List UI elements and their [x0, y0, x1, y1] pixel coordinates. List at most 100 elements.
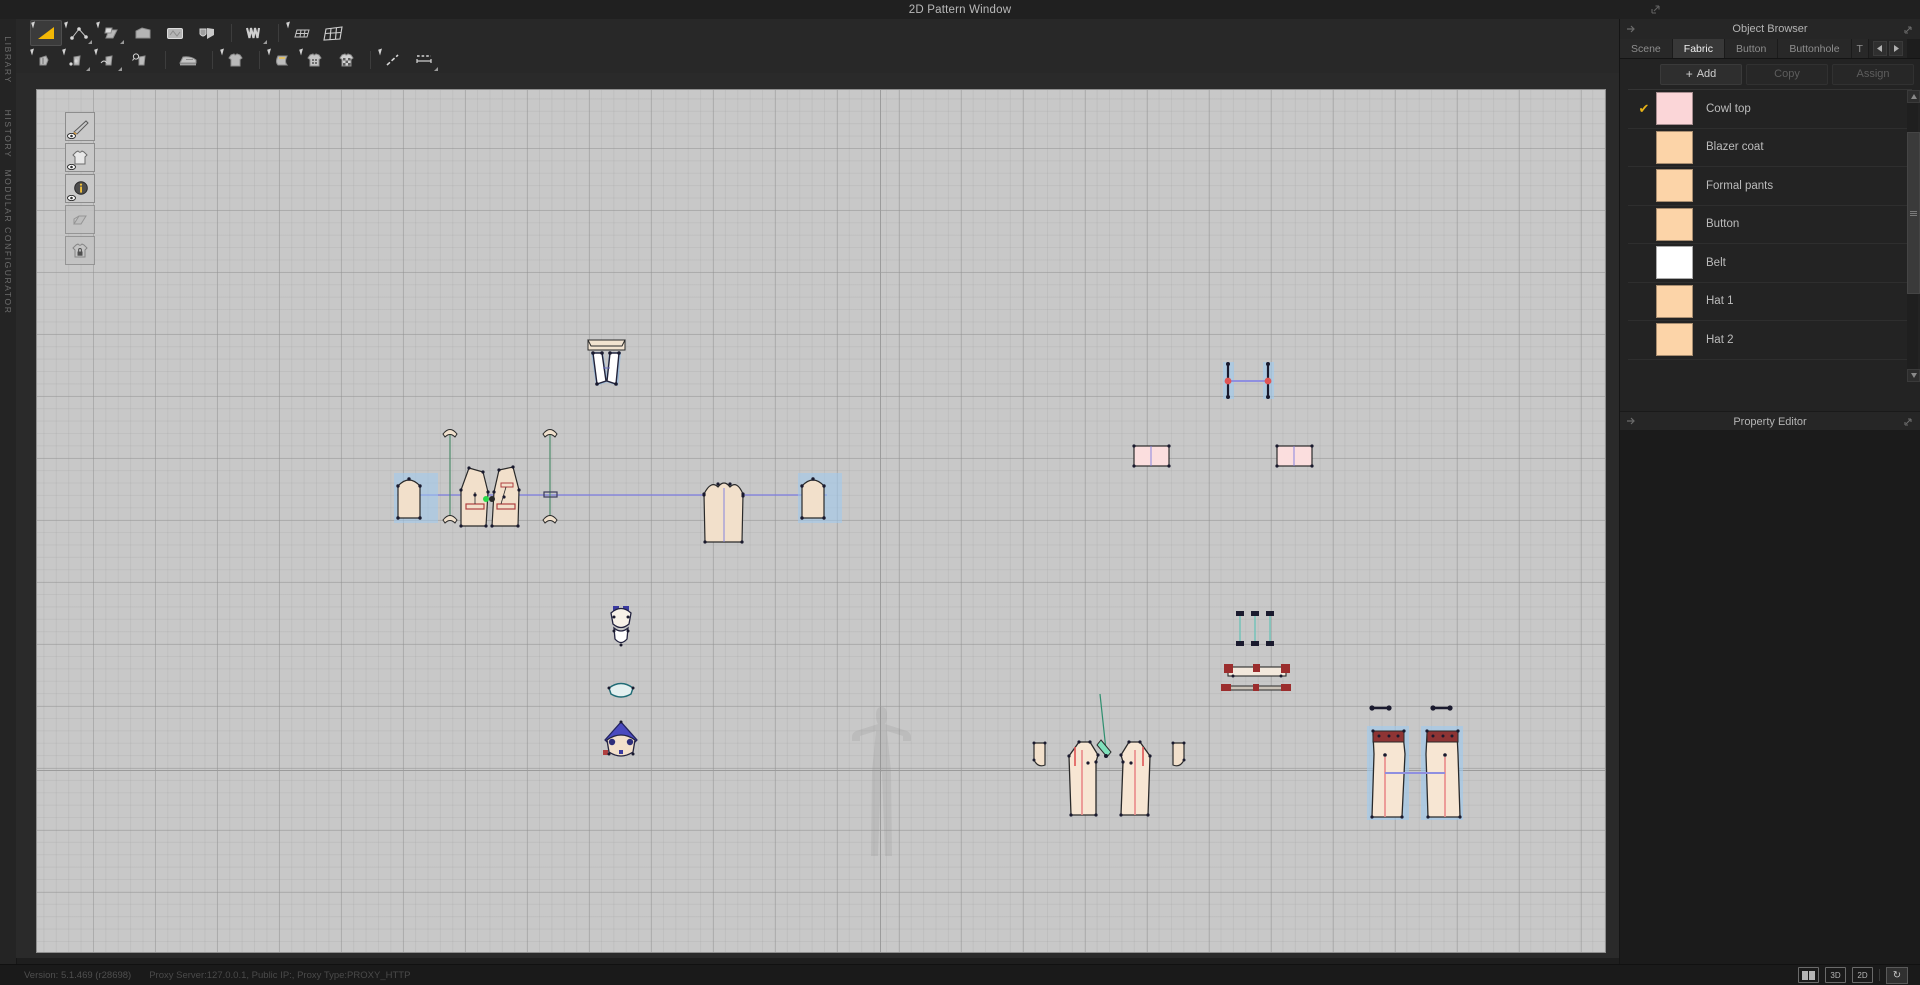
rail-tab-modular-configurator[interactable]: MODULAR CONFIGURATOR — [3, 169, 13, 314]
fabric-swatch[interactable] — [1656, 323, 1693, 357]
pocket-squares[interactable] — [1132, 444, 1314, 468]
fabric-roll-tool[interactable] — [267, 48, 297, 72]
popout-icon[interactable] — [1903, 416, 1914, 427]
tab-topstitch-clipped[interactable]: T — [1851, 39, 1869, 58]
popout-icon[interactable] — [1903, 24, 1914, 35]
sewing-free-tool[interactable] — [62, 48, 92, 72]
fabric-swatch[interactable] — [1656, 284, 1693, 318]
fabric-swatch[interactable] — [1656, 130, 1693, 164]
cursor-icon — [62, 48, 68, 55]
scroll-down-icon[interactable] — [1907, 369, 1920, 382]
sewing-segment-tool[interactable] — [30, 48, 60, 72]
application-window: 2D Pattern Window LIBRARY HISTORY MODULA… — [0, 0, 1920, 985]
tab-fabric[interactable]: Fabric — [1672, 39, 1725, 58]
property-editor-title: Property Editor — [1733, 415, 1807, 428]
rail-tab-history[interactable]: HISTORY — [3, 110, 13, 159]
pattern-fill-tool[interactable] — [331, 48, 361, 72]
fabric-name: Formal pants — [1706, 179, 1774, 192]
property-editor-body — [1620, 430, 1920, 965]
property-editor-header: Property Editor — [1620, 411, 1920, 431]
pin-icon[interactable] — [1626, 24, 1636, 34]
fabric-name: Button — [1706, 218, 1740, 231]
dropdown-corner-icon — [88, 39, 92, 44]
dropdown-corner-icon — [118, 66, 122, 71]
tab-buttonhole[interactable]: Buttonhole — [1778, 39, 1852, 58]
refresh-button[interactable]: ↻ — [1886, 966, 1908, 984]
pattern-pieces-layer[interactable] — [37, 90, 1605, 952]
texture-tool[interactable] — [299, 48, 329, 72]
object-browser-tabs: Scene Fabric Button Buttonhole T — [1620, 39, 1920, 59]
list-item[interactable]: Belt — [1628, 244, 1912, 283]
belt-loops[interactable] — [1236, 611, 1274, 646]
tab-button[interactable]: Button — [1724, 39, 1779, 58]
pattern-canvas[interactable] — [36, 89, 1606, 953]
right-dock: Object Browser Scene Fabric Button Butto… — [1619, 19, 1920, 965]
hat-panels[interactable] — [587, 339, 626, 386]
object-browser-header: Object Browser — [1620, 19, 1920, 39]
tab-scroll-nav — [1868, 39, 1907, 58]
chevron-left-icon[interactable] — [1872, 41, 1887, 56]
view-3d-button[interactable]: 3D — [1825, 967, 1846, 983]
grid-large-tool[interactable] — [318, 21, 348, 45]
view-2d-button[interactable]: 2D — [1852, 967, 1873, 983]
pin-icon[interactable] — [1626, 416, 1636, 426]
show-info-tool[interactable] — [65, 174, 95, 203]
pants-legs[interactable] — [1032, 693, 1186, 817]
pants-legs-selected[interactable] — [1367, 705, 1463, 820]
fabric-swatch[interactable] — [1656, 92, 1693, 126]
list-item[interactable]: Formal pants — [1628, 167, 1912, 206]
view-split-button[interactable] — [1798, 967, 1819, 983]
cursor-icon — [96, 21, 102, 28]
sewing-check-tool[interactable] — [126, 48, 156, 72]
scroll-up-icon[interactable] — [1907, 90, 1920, 103]
plus-icon: + — [1685, 67, 1693, 81]
list-item[interactable]: Hat 1 — [1628, 283, 1912, 321]
pleat-tool[interactable] — [239, 21, 269, 45]
garment-tool[interactable] — [220, 48, 250, 72]
iron-tool[interactable] — [173, 48, 203, 72]
waistbands[interactable] — [1221, 664, 1291, 691]
list-item[interactable]: ✔ Cowl top — [1628, 90, 1912, 129]
page-title: 2D Pattern Window — [908, 3, 1012, 16]
fabric-actions: + Add Copy Assign — [1620, 59, 1920, 89]
fabric-swatch[interactable] — [1656, 169, 1693, 203]
rectangle-tool[interactable] — [160, 21, 190, 45]
chevron-right-icon[interactable] — [1888, 41, 1903, 56]
edit-pattern-tool[interactable] — [30, 19, 62, 46]
show-pen-tool[interactable] — [65, 112, 95, 141]
fabric-swatch[interactable] — [1656, 246, 1693, 280]
tab-scene[interactable]: Scene — [1620, 39, 1673, 58]
scroll-thumb[interactable] — [1907, 132, 1920, 294]
internal-polygon-tool[interactable] — [192, 21, 222, 45]
cowl-top-bodice[interactable] — [394, 429, 842, 544]
sewing-curve-tool[interactable] — [94, 48, 124, 72]
small-trims[interactable] — [603, 720, 638, 757]
list-item[interactable]: Button — [1628, 206, 1912, 244]
show-garment-tool[interactable] — [65, 143, 95, 172]
fabric-check-icon[interactable]: ✔ — [1632, 102, 1656, 115]
cursor-icon — [31, 21, 37, 28]
fabric-swatch[interactable] — [1656, 207, 1693, 241]
expand-icon[interactable] — [1650, 3, 1662, 15]
add-fabric-button[interactable]: + Add — [1660, 63, 1742, 85]
belt-strips[interactable] — [1223, 362, 1274, 399]
copy-fabric-button[interactable]: Copy — [1746, 63, 1828, 85]
collar-pieces[interactable] — [607, 606, 635, 698]
list-item[interactable]: Hat 2 — [1628, 321, 1912, 360]
edit-curve-point-tool[interactable] — [64, 21, 94, 45]
fabric-list-scrollbar[interactable] — [1907, 90, 1920, 382]
grainline-right — [542, 429, 558, 524]
toolbar-primary — [16, 19, 1620, 47]
fold-unfold-tool[interactable] — [96, 21, 126, 45]
polygon-tool[interactable] — [128, 21, 158, 45]
measure-line-tool[interactable] — [378, 48, 408, 72]
show-fold-tool[interactable] — [65, 205, 95, 234]
object-browser-title: Object Browser — [1732, 23, 1808, 35]
list-item[interactable]: Blazer coat — [1628, 129, 1912, 167]
grid-small-tool[interactable] — [286, 21, 316, 45]
assign-fabric-button[interactable]: Assign — [1832, 63, 1914, 85]
measure-dotted-tool[interactable] — [410, 48, 440, 72]
rail-tab-library[interactable]: LIBRARY — [3, 36, 13, 83]
lock-garment-tool[interactable] — [65, 236, 95, 265]
view-controls: 3D 2D ↻ — [1798, 966, 1920, 984]
